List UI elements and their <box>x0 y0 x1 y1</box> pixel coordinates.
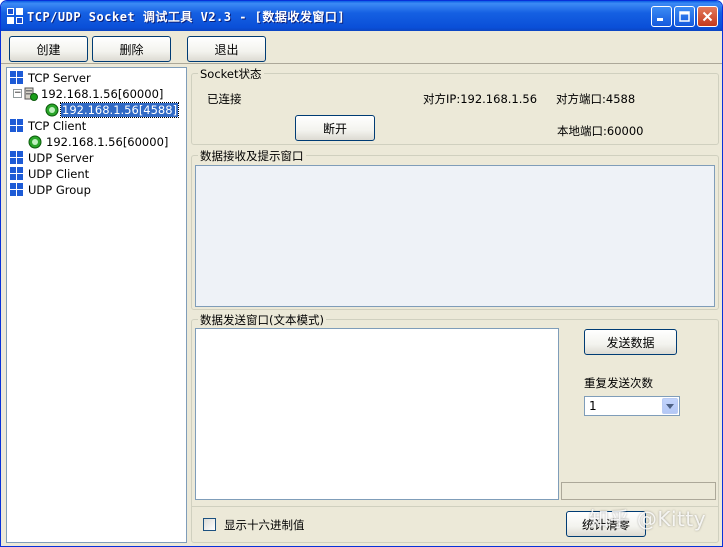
local-port: 本地端口:60000 <box>557 124 644 138</box>
send-data-button[interactable]: 发送数据 <box>584 329 677 355</box>
hex-display-checkbox[interactable] <box>203 518 216 531</box>
create-button[interactable]: 创建 <box>9 36 88 62</box>
connection-icon <box>45 103 59 116</box>
minimize-button[interactable] <box>651 6 672 27</box>
tree-item-udp-client[interactable]: UDP Client <box>10 166 90 181</box>
socket-status-legend: Socket状态 <box>198 66 264 82</box>
tree-item-tcp-server-listener[interactable]: − 192.168.1.56[60000] <box>13 86 164 101</box>
stats-display <box>561 482 716 500</box>
app-grid-icon <box>7 8 23 24</box>
maximize-button[interactable] <box>674 6 695 27</box>
connection-icon <box>28 135 42 148</box>
tcp-server-grid-icon <box>10 71 23 84</box>
receive-legend: 数据接收及提示窗口 <box>198 148 306 164</box>
disconnect-button[interactable]: 断开 <box>295 115 375 141</box>
peer-ip: 对方IP:192.168.1.56 <box>423 92 538 106</box>
socket-status-group: Socket状态 已连接 对方IP:192.168.1.56 对方端口:4588… <box>191 66 719 145</box>
maximize-icon <box>679 11 690 22</box>
udp-client-grid-icon <box>10 167 23 180</box>
tree-label: 192.168.1.56[4588] <box>59 101 180 118</box>
connection-state: 已连接 <box>207 92 242 106</box>
repeat-count-value: 1 <box>589 399 597 413</box>
window-title: TCP/UDP Socket 调试工具 V2.3 - [数据收发窗口] <box>27 10 346 24</box>
collapse-icon[interactable]: − <box>13 89 22 98</box>
receive-group: 数据接收及提示窗口 <box>191 148 719 310</box>
tree-label: UDP Server <box>28 150 94 165</box>
delete-button[interactable]: 删除 <box>92 36 171 62</box>
minimize-icon <box>657 18 663 21</box>
tree-item-udp-server[interactable]: UDP Server <box>10 150 95 165</box>
tree-label: 192.168.1.56[60000] <box>41 86 164 101</box>
udp-group-grid-icon <box>10 183 23 196</box>
receive-textarea[interactable] <box>195 165 715 307</box>
send-textarea[interactable] <box>195 328 559 500</box>
tree-label: UDP Group <box>28 182 91 197</box>
tree-label: TCP Client <box>28 118 87 133</box>
tree-item-udp-group[interactable]: UDP Group <box>10 182 92 197</box>
tree-item-tcp-client-connection[interactable]: 192.168.1.56[60000] <box>28 134 169 149</box>
watermark: 知乎 @Kitty <box>589 507 707 531</box>
connection-tree[interactable]: TCP Server − 192.168.1.56[60000] 192.168… <box>6 67 187 543</box>
close-icon <box>702 11 713 22</box>
tree-label: TCP Server <box>28 70 91 85</box>
tree-item-tcp-server[interactable]: TCP Server <box>10 70 92 85</box>
toolbar-divider <box>1 63 722 64</box>
tree-item-tcp-server-connection[interactable]: 192.168.1.56[4588] <box>45 101 180 118</box>
tree-item-tcp-client[interactable]: TCP Client <box>10 118 87 133</box>
udp-server-grid-icon <box>10 151 23 164</box>
title-bar[interactable]: TCP/UDP Socket 调试工具 V2.3 - [数据收发窗口] <box>1 1 722 31</box>
exit-button[interactable]: 退出 <box>187 36 266 62</box>
repeat-count-select[interactable]: 1 <box>584 396 680 416</box>
tree-label: UDP Client <box>28 166 90 181</box>
server-listener-icon <box>24 87 38 101</box>
tcp-client-grid-icon <box>10 119 23 132</box>
hex-display-label: 显示十六进制值 <box>224 518 305 532</box>
app-window: TCP/UDP Socket 调试工具 V2.3 - [数据收发窗口] 创建 删… <box>0 0 723 547</box>
repeat-count-label: 重复发送次数 <box>584 376 653 390</box>
close-button[interactable] <box>697 6 718 27</box>
dropdown-arrow-icon[interactable] <box>662 398 678 414</box>
send-legend: 数据发送窗口(文本模式) <box>198 312 326 328</box>
peer-port: 对方端口:4588 <box>556 92 636 106</box>
tree-label: 192.168.1.56[60000] <box>46 134 169 149</box>
